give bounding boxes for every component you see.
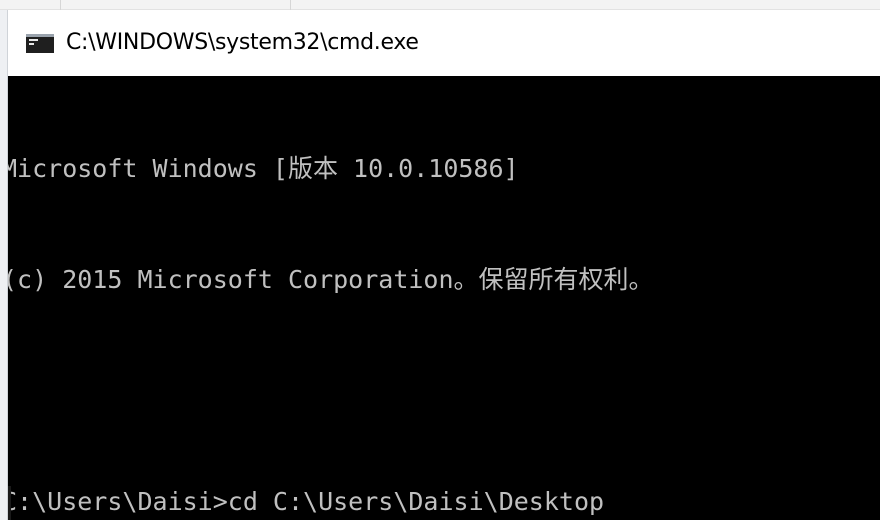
console-line-2: (c) 2015 Microsoft Corporation。保留所有权利。 bbox=[8, 265, 654, 294]
strip-divider bbox=[60, 0, 61, 10]
console-edge-mark bbox=[8, 486, 11, 520]
window-title: C:\WINDOWS\system32\cmd.exe bbox=[66, 30, 419, 55]
screen: C:\WINDOWS\system32\cmd.exe Microsoft Wi… bbox=[0, 0, 880, 520]
title-bar[interactable]: C:\WINDOWS\system32\cmd.exe bbox=[8, 10, 880, 76]
console-line-4: C:\Users\Daisi>cd C:\Users\Daisi\Desktop bbox=[8, 487, 605, 516]
console-line-3 bbox=[8, 372, 880, 409]
strip-divider bbox=[290, 0, 291, 10]
prompt-glyph bbox=[29, 39, 38, 41]
background-window-edge bbox=[0, 10, 8, 520]
background-window-strip bbox=[0, 0, 880, 10]
cmd-window[interactable]: C:\WINDOWS\system32\cmd.exe Microsoft Wi… bbox=[8, 10, 880, 520]
console-output[interactable]: Microsoft Windows [版本 10.0.10586] (c) 20… bbox=[8, 76, 880, 520]
prompt-glyph bbox=[29, 43, 34, 45]
console-line-1: Microsoft Windows [版本 10.0.10586] bbox=[8, 154, 519, 183]
cmd-icon[interactable] bbox=[26, 34, 54, 53]
